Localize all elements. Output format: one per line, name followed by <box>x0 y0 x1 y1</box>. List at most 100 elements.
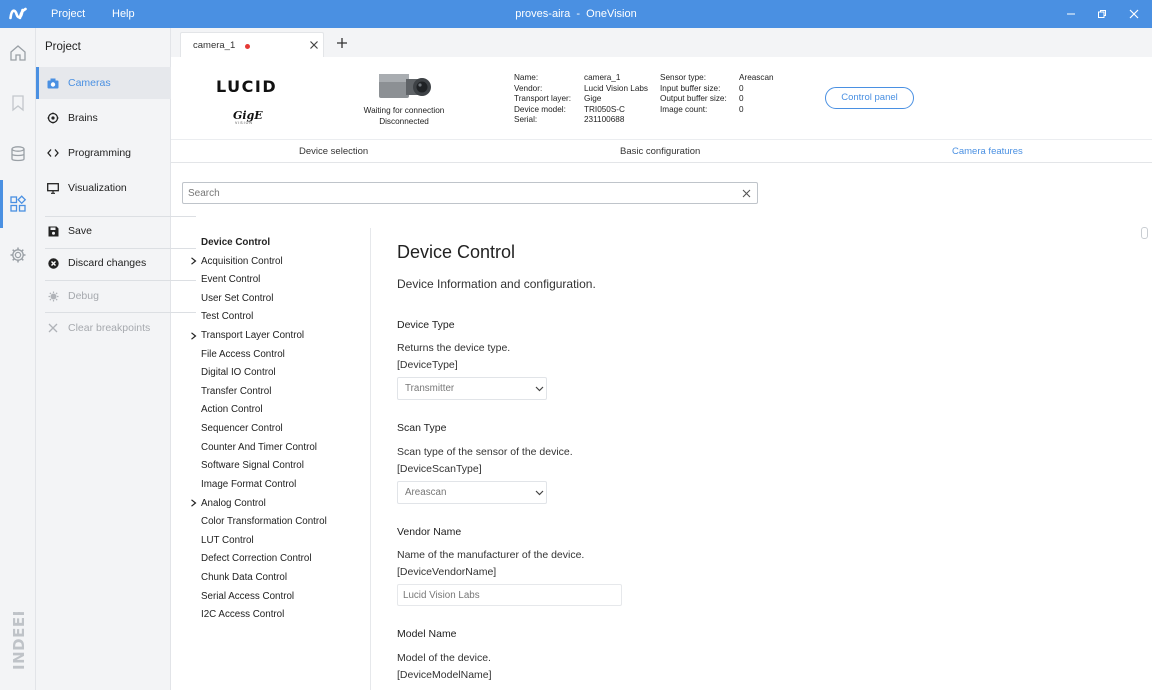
field-key: [DeviceVendorName] <box>397 566 497 578</box>
tree-item-color-transformation-control[interactable]: Color Transformation Control <box>201 516 327 527</box>
scrollbar-thumb[interactable] <box>1141 227 1148 239</box>
project-sidebar: Project Cameras Brains Programming Visua… <box>36 28 196 690</box>
clear-search-icon[interactable] <box>742 189 751 198</box>
tree-item-image-format-control[interactable]: Image Format Control <box>201 479 296 490</box>
search-input[interactable] <box>188 186 728 201</box>
connection-status-line2: Disconnected <box>379 117 429 126</box>
sidebar-item-label: Cameras <box>68 77 111 89</box>
field-description-text: Name of the manufacturer of the device. <box>397 549 585 561</box>
save-button[interactable]: Save <box>36 215 171 247</box>
connection-status-line1: Waiting for connection <box>363 106 445 115</box>
section-title: Device Control <box>397 242 516 262</box>
scan-type-select[interactable]: Areascan <box>397 481 547 504</box>
field-description-text: Model of the device. <box>397 652 491 664</box>
minimize-button[interactable] <box>1062 5 1080 23</box>
tab-device-selection[interactable]: Device selection <box>299 146 368 157</box>
chevron-right-icon[interactable] <box>190 499 197 507</box>
debug-label: Debug <box>68 290 99 302</box>
settings-icon <box>10 247 26 263</box>
sidebar-item-cameras[interactable]: Cameras <box>36 67 171 99</box>
discard-changes-button[interactable]: Discard changes <box>36 247 171 279</box>
document-tab-strip: camera_1 <box>171 28 1152 57</box>
tree-item-event-control[interactable]: Event Control <box>201 274 260 285</box>
tree-item-analog-control[interactable]: Analog Control <box>201 498 266 509</box>
sidebar-item-brains[interactable]: Brains <box>36 102 171 134</box>
tree-item-digital-io-control[interactable]: Digital IO Control <box>201 367 276 378</box>
tree-item-chunk-data-control[interactable]: Chunk Data Control <box>201 572 287 583</box>
field-description-text: Returns the device type. <box>397 342 511 354</box>
save-icon <box>47 225 59 237</box>
info-value: camera_1 <box>584 73 621 82</box>
tree-item-serial-access-control[interactable]: Serial Access Control <box>201 591 294 602</box>
tree-item-lut-control[interactable]: LUT Control <box>201 535 254 546</box>
info-label: Device model: <box>514 104 566 114</box>
window-title: proves-aira - OneVision <box>515 8 637 20</box>
add-tab-icon[interactable] <box>336 37 348 49</box>
info-label: Output buffer size: <box>660 94 727 103</box>
tab-camera-features[interactable]: Camera features <box>952 146 1023 157</box>
chevron-right-icon[interactable] <box>190 257 197 265</box>
field-description-text: Scan type of the sensor of the device. <box>397 446 573 458</box>
close-window-button[interactable] <box>1125 5 1143 23</box>
select-value: Areascan <box>405 487 447 498</box>
buffer-info-values: Areascan 0 0 0 <box>739 73 774 115</box>
control-panel-button[interactable]: Control panel <box>825 87 914 109</box>
field-value: Lucid Vision Labs <box>403 590 480 601</box>
tree-item-counter-and-timer-control[interactable]: Counter And Timer Control <box>201 442 317 453</box>
tree-item-user-set-control[interactable]: User Set Control <box>201 293 273 304</box>
nav-project[interactable] <box>0 186 36 222</box>
info-value: 0 <box>739 104 744 114</box>
tree-item-i2c-access-control[interactable]: I2C Access Control <box>201 609 284 620</box>
sidebar-item-programming[interactable]: Programming <box>36 137 171 169</box>
tree-item-defect-correction-control[interactable]: Defect Correction Control <box>201 553 312 564</box>
tree-item-acquisition-control[interactable]: Acquisition Control <box>201 256 283 267</box>
minimize-icon <box>1067 13 1075 15</box>
code-icon <box>47 147 59 159</box>
tab-basic-configuration[interactable]: Basic configuration <box>620 146 700 157</box>
gige-vision-sub: VISION <box>235 121 253 125</box>
sidebar-item-visualization[interactable]: Visualization <box>36 172 171 204</box>
save-label: Save <box>68 225 92 237</box>
field-key: [DeviceModelName] <box>397 669 492 680</box>
tab-camera-1[interactable]: camera_1 <box>180 32 324 57</box>
chevron-right-icon[interactable] <box>190 332 197 340</box>
nav-database[interactable] <box>0 136 36 172</box>
vendor-name-field[interactable]: Lucid Vision Labs <box>397 584 622 606</box>
tree-item-sequencer-control[interactable]: Sequencer Control <box>201 423 283 434</box>
close-icon <box>47 322 59 334</box>
camera-image <box>379 74 431 98</box>
restore-button[interactable] <box>1093 5 1111 23</box>
lucid-logo: LUCID <box>216 77 278 96</box>
apps-icon <box>10 195 27 212</box>
nav-home[interactable] <box>0 35 36 71</box>
tree-item-transfer-control[interactable]: Transfer Control <box>201 386 271 397</box>
discard-label: Discard changes <box>68 257 147 269</box>
tree-item-transport-layer-control[interactable]: Transport Layer Control <box>201 330 304 341</box>
debug-button[interactable]: Debug <box>36 280 171 312</box>
brain-icon <box>47 112 59 124</box>
info-label: Serial: <box>514 115 538 124</box>
device-header: LUCID GigE VISION Waiting for connection… <box>171 57 1152 140</box>
bug-icon <box>47 290 59 302</box>
clear-breakpoints-button[interactable]: Clear breakpoints <box>36 312 171 344</box>
field-title: Scan Type <box>397 422 447 434</box>
nav-bookmarks[interactable] <box>0 85 36 121</box>
close-tab-icon[interactable] <box>309 40 319 50</box>
device-type-select[interactable]: Transmitter <box>397 377 547 400</box>
tree-item-test-control[interactable]: Test Control <box>201 311 253 322</box>
info-label: Vendor: <box>514 83 543 93</box>
tab-label: camera_1 <box>193 40 236 51</box>
unsaved-indicator <box>245 44 250 49</box>
buffer-info-labels: Sensor type: Input buffer size: Output b… <box>660 73 727 115</box>
title-bar: Project Help proves-aira - OneVision <box>0 0 1152 28</box>
sidebar-item-label: Visualization <box>68 182 127 194</box>
tree-item-action-control[interactable]: Action Control <box>201 404 263 415</box>
tree-item-file-access-control[interactable]: File Access Control <box>201 349 285 360</box>
home-icon <box>10 45 26 61</box>
tree-item-device-control[interactable]: Device Control <box>201 237 270 248</box>
section-description: Device Information and configuration. <box>397 277 596 291</box>
tree-item-software-signal-control[interactable]: Software Signal Control <box>201 460 304 471</box>
field-description: Scan type of the sensor of the device. [… <box>397 444 573 478</box>
info-value: 0 <box>739 94 744 103</box>
nav-settings[interactable] <box>0 237 36 273</box>
